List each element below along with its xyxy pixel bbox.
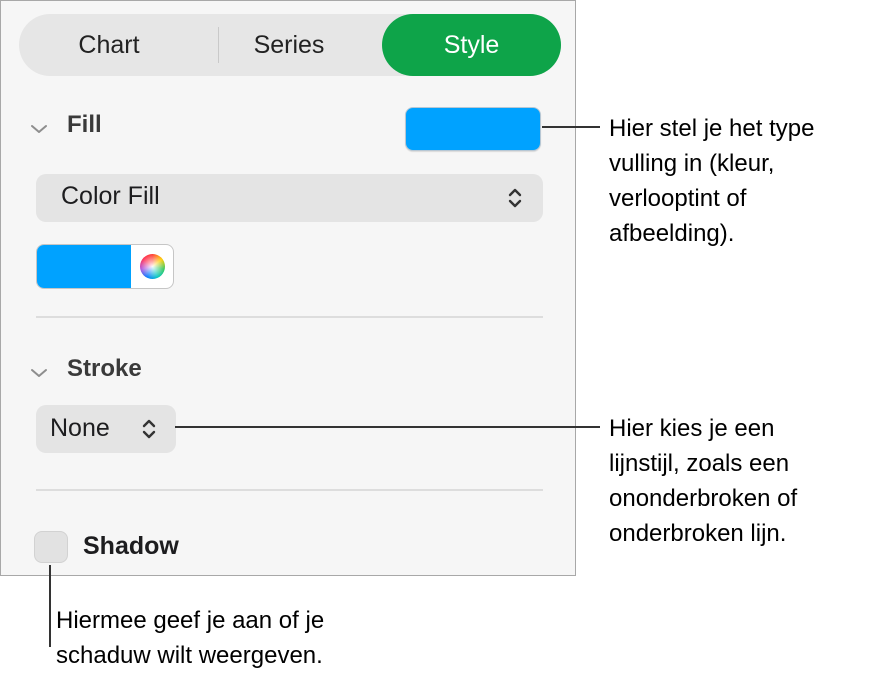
tab-series[interactable]: Series (199, 14, 379, 76)
fill-color-swatch-button[interactable] (405, 107, 541, 151)
up-down-arrows-icon (508, 188, 522, 208)
fill-type-value: Color Fill (61, 182, 160, 210)
fill-callout-line (542, 126, 600, 128)
fill-callout-text: Hier stel je het type vulling in (kleur,… (609, 115, 815, 247)
shadow-callout-line (49, 565, 51, 647)
fill-color-well[interactable] (36, 244, 174, 289)
tab-chart[interactable]: Chart (19, 14, 199, 76)
chevron-down-icon[interactable] (28, 122, 50, 136)
format-sidebar: Chart Series Style Fill Color Fill Strok… (0, 0, 576, 576)
stroke-section-title[interactable]: Stroke (67, 355, 142, 383)
color-swatch[interactable] (37, 245, 131, 288)
color-wheel-icon[interactable] (140, 254, 165, 279)
tab-style[interactable]: Style (382, 14, 561, 76)
shadow-callout-text: Hiermee geef je aan of je schaduw wilt w… (56, 607, 325, 669)
stroke-callout-line (175, 426, 600, 428)
shadow-label[interactable]: Shadow (83, 532, 179, 561)
stroke-style-value: None (50, 414, 110, 442)
fill-section-title[interactable]: Fill (67, 111, 102, 139)
stroke-callout-text: Hier kies je een lijnstijl, zoals een on… (609, 415, 798, 547)
section-divider (36, 316, 543, 318)
fill-type-popup[interactable]: Color Fill (36, 174, 543, 222)
inspector-tab-bar: Chart Series Style (19, 14, 561, 76)
up-down-arrows-icon (142, 419, 156, 439)
stroke-style-popup[interactable]: None (36, 405, 176, 453)
section-divider (36, 489, 543, 491)
shadow-checkbox[interactable] (34, 531, 68, 563)
chevron-down-icon[interactable] (28, 366, 50, 380)
